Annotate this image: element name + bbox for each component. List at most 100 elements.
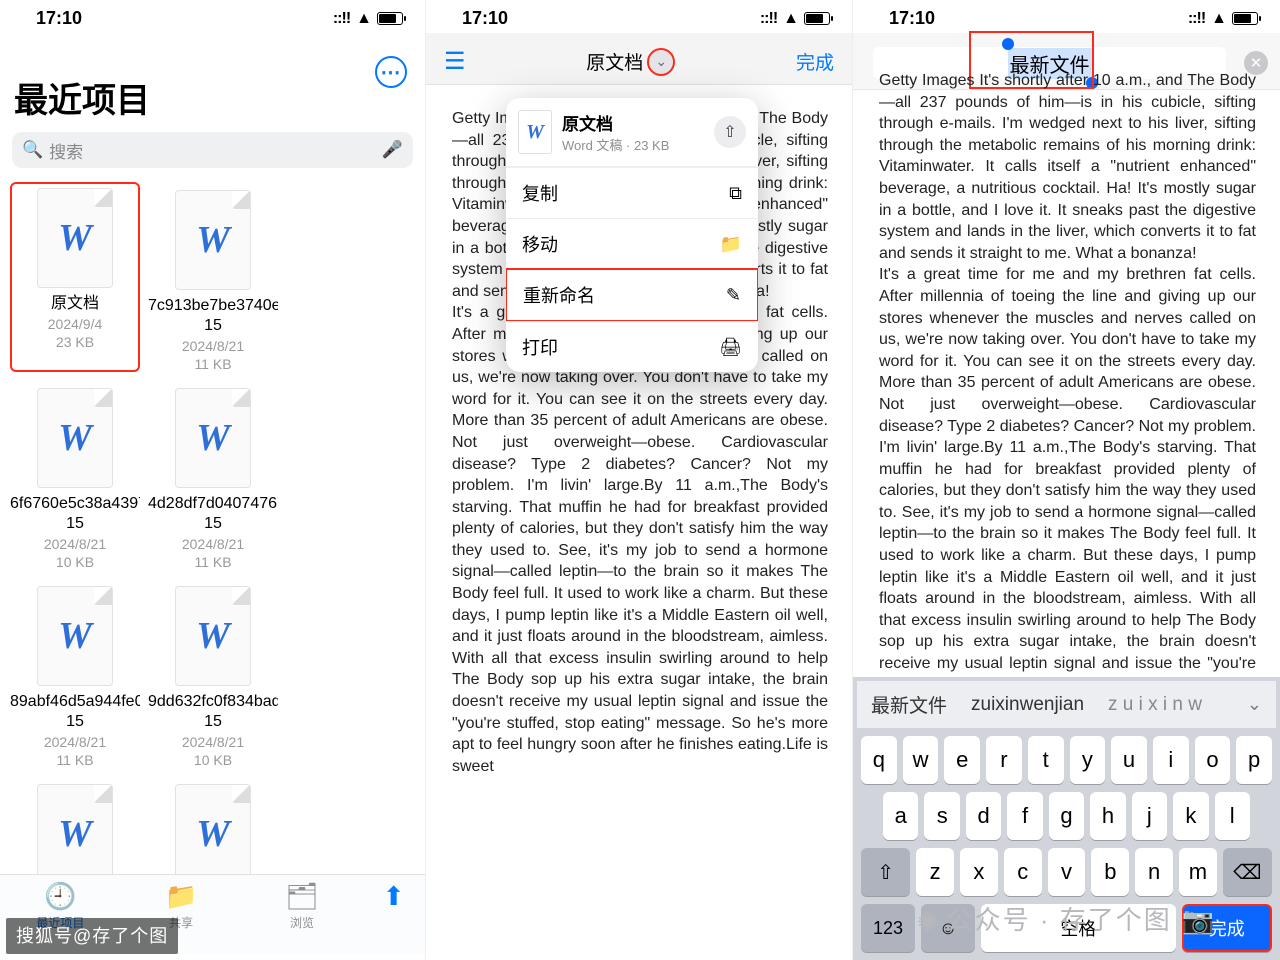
- file-grid: W原文档2024/9/423 KBW7c913be7be3740e3bf8...…: [0, 178, 425, 950]
- file-name: 9dd632fc0f834badb7...caa-15: [148, 692, 278, 732]
- word-file-icon: W: [175, 586, 251, 686]
- file-date: 2024/9/4: [12, 316, 138, 332]
- key-x[interactable]: x: [960, 848, 998, 896]
- key-k[interactable]: k: [1173, 792, 1208, 840]
- key-d[interactable]: d: [966, 792, 1001, 840]
- file-item[interactable]: W 9dd632fc0f834badb7...caa-15 2024/8/21 10 …: [148, 578, 278, 768]
- menu-move[interactable]: 移动📁: [506, 218, 758, 269]
- more-button[interactable]: ⋯: [375, 56, 407, 88]
- word-file-icon: W: [37, 388, 113, 488]
- file-item[interactable]: W4d28df7d0407476799...43d-152024/8/2111 …: [148, 380, 278, 570]
- screen-rename: 17:10 ::!!▲ 最新文件 ✕ Getty Images It's sho…: [853, 0, 1280, 960]
- signal-icon: ::!!: [333, 10, 350, 28]
- clock: 17:10: [889, 8, 935, 29]
- status-bar: 17:10 ::!! ▲: [0, 0, 425, 33]
- file-date: 2024/8/21: [148, 734, 278, 750]
- key-l[interactable]: l: [1215, 792, 1250, 840]
- key-space[interactable]: 空格: [981, 904, 1176, 952]
- key-g[interactable]: g: [1049, 792, 1084, 840]
- word-file-icon: W: [175, 190, 251, 290]
- menu-copy[interactable]: 复制⧉: [506, 167, 758, 218]
- key-y[interactable]: y: [1070, 736, 1106, 784]
- file-name: 6f6760e5c38a439797...2dc-15: [10, 494, 140, 534]
- key-c[interactable]: c: [1004, 848, 1042, 896]
- menu-rename[interactable]: 重新命名✎: [506, 268, 758, 322]
- file-size: 23 KB: [12, 334, 138, 350]
- file-item[interactable]: W原文档2024/9/423 KB: [10, 182, 140, 372]
- key-emoji[interactable]: ☺: [921, 904, 975, 952]
- key-h[interactable]: h: [1090, 792, 1125, 840]
- word-file-icon: W: [37, 188, 113, 288]
- key-w[interactable]: w: [903, 736, 939, 784]
- toolbar: ☰ 原文档 ⌄ 完成: [426, 33, 852, 85]
- key-b[interactable]: b: [1091, 848, 1129, 896]
- share-button[interactable]: ⬆︎: [383, 881, 405, 912]
- candidate-2[interactable]: zuixinwenjian: [971, 694, 1084, 716]
- file-name: 7c913be7be3740e3bf8...5ef-15: [148, 296, 278, 336]
- screen-files: 17:10 ::!! ▲ ⋯ 最近项目 🔍 搜索 🎤 W原文档2024/9/42…: [0, 0, 426, 960]
- key-backspace[interactable]: ⌫: [1223, 848, 1272, 896]
- candidate-bar[interactable]: 最新文件 zuixinwenjian z u i x i n w ⌄: [857, 681, 1276, 728]
- file-date: 2024/8/21: [148, 338, 278, 354]
- candidate-3[interactable]: z u i x i n w: [1108, 694, 1202, 716]
- search-icon: 🔍: [22, 140, 43, 160]
- key-e[interactable]: e: [944, 736, 980, 784]
- key-q[interactable]: q: [861, 736, 897, 784]
- file-name: 89abf46d5a944fe093...1b2-15: [10, 692, 140, 732]
- file-size: 11 KB: [148, 554, 278, 570]
- file-date: 2024/8/21: [148, 536, 278, 552]
- search-input[interactable]: 🔍 搜索 🎤: [12, 132, 413, 168]
- menu-header: W 原文档 Word 文稿 · 23 KB ⇧: [506, 98, 758, 167]
- context-menu: W 原文档 Word 文稿 · 23 KB ⇧ 复制⧉ 移动📁 重新命名✎ 打印…: [506, 98, 758, 372]
- key-f[interactable]: f: [1007, 792, 1042, 840]
- status-bar: 17:10 ::!!▲: [426, 0, 852, 33]
- key-j[interactable]: j: [1132, 792, 1167, 840]
- word-file-icon: W: [518, 110, 552, 154]
- clock: 17:10: [36, 8, 82, 29]
- file-item[interactable]: W89abf46d5a944fe093...1b2-152024/8/2111 …: [10, 578, 140, 768]
- key-r[interactable]: r: [986, 736, 1022, 784]
- key-n[interactable]: n: [1135, 848, 1173, 896]
- menu-print[interactable]: 打印🖨: [506, 321, 758, 372]
- folder-person-icon: 📁: [141, 881, 221, 912]
- file-size: 11 KB: [10, 752, 140, 768]
- status-bar: 17:10 ::!!▲: [853, 0, 1280, 33]
- file-date: 2024/8/21: [10, 734, 140, 750]
- tab-browse[interactable]: 🗂浏览: [262, 881, 342, 931]
- key-m[interactable]: m: [1179, 848, 1217, 896]
- mic-icon[interactable]: 🎤: [382, 140, 403, 160]
- key-shift[interactable]: ⇧: [861, 848, 910, 896]
- chevron-down-icon[interactable]: ⌄: [647, 48, 675, 76]
- key-z[interactable]: z: [916, 848, 954, 896]
- copy-icon: ⧉: [729, 183, 742, 204]
- done-button[interactable]: 完成: [796, 48, 834, 75]
- key-t[interactable]: t: [1028, 736, 1064, 784]
- share-icon[interactable]: ⇧: [714, 116, 746, 148]
- key-123[interactable]: 123: [861, 904, 915, 952]
- key-i[interactable]: i: [1153, 736, 1189, 784]
- candidate-1[interactable]: 最新文件: [871, 691, 947, 718]
- doc-title: 原文档: [586, 48, 643, 75]
- key-s[interactable]: s: [924, 792, 959, 840]
- file-item[interactable]: W7c913be7be3740e3bf8...5ef-152024/8/2111…: [148, 182, 278, 372]
- key-u[interactable]: u: [1111, 736, 1147, 784]
- key-a[interactable]: a: [883, 792, 918, 840]
- key-o[interactable]: o: [1195, 736, 1231, 784]
- key-v[interactable]: v: [1048, 848, 1086, 896]
- page-title: 最近项目: [0, 33, 425, 132]
- wifi-icon: ▲: [356, 10, 371, 28]
- file-item[interactable]: W 6f6760e5c38a439797...2dc-15 2024/8/21 10 …: [10, 380, 140, 570]
- menu-icon[interactable]: ☰: [444, 47, 466, 76]
- clock: 17:10: [462, 8, 508, 29]
- menu-title: 原文档: [562, 110, 704, 135]
- key-done[interactable]: 完成: [1182, 904, 1272, 952]
- file-date: 2024/8/21: [10, 536, 140, 552]
- battery-icon: [377, 12, 403, 25]
- file-size: 10 KB: [148, 752, 278, 768]
- expand-candidates-icon[interactable]: ⌄: [1247, 694, 1262, 715]
- clock-icon: 🕘: [20, 881, 100, 912]
- key-p[interactable]: p: [1236, 736, 1272, 784]
- print-icon: 🖨: [719, 337, 742, 358]
- word-file-icon: W: [175, 784, 251, 884]
- file-size: 10 KB: [10, 554, 140, 570]
